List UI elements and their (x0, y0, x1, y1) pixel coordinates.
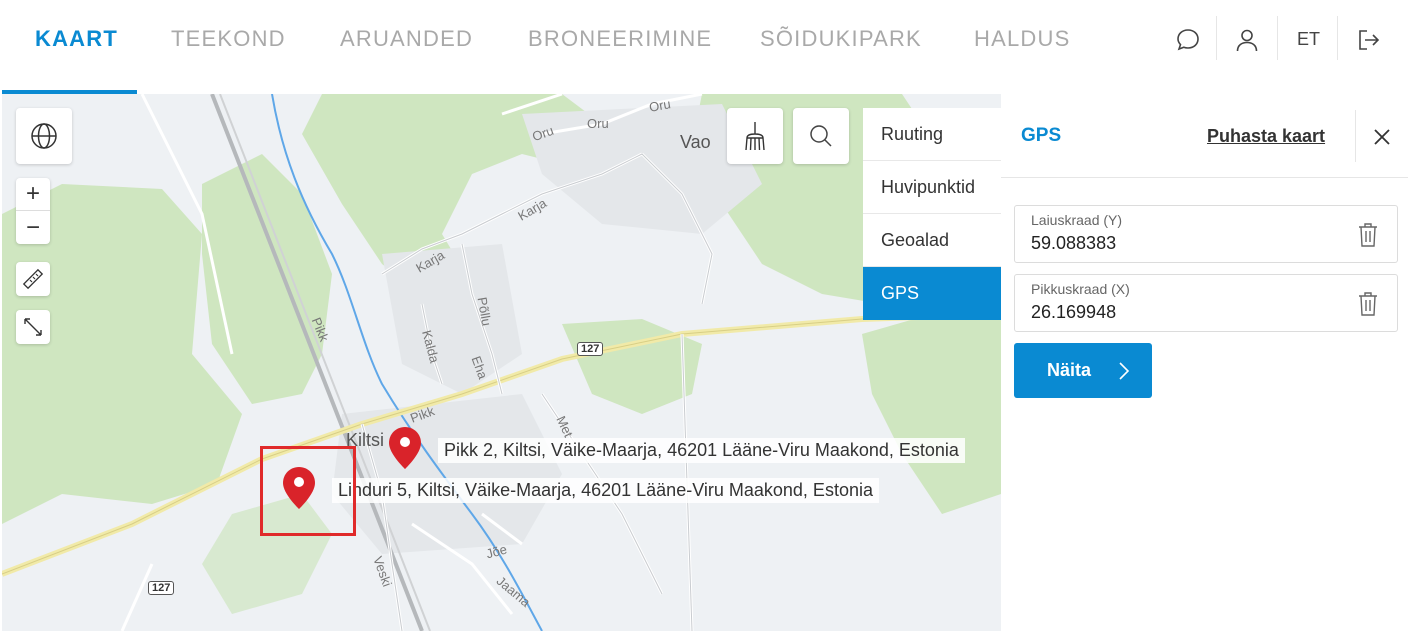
zoom-in-button[interactable]: + (16, 178, 50, 211)
top-navigation: KAART TEEKOND ARUANDED BRONEERIMINE SÕID… (0, 0, 1408, 94)
fullscreen-button[interactable] (16, 310, 50, 344)
road-shield-127: 127 (577, 342, 604, 356)
show-button-label: Näita (1047, 360, 1092, 380)
tab-broneerimine[interactable]: BRONEERIMINE (528, 26, 712, 52)
user-icon[interactable] (1229, 22, 1265, 58)
map-marker-pin[interactable] (388, 426, 422, 475)
expand-icon (24, 318, 42, 336)
map-search-button[interactable] (793, 108, 849, 164)
header-divider (1337, 16, 1338, 60)
trash-icon (1359, 292, 1377, 316)
header-divider (1277, 16, 1278, 60)
menu-item-geoalad[interactable]: Geoalad (863, 214, 1001, 267)
ruler-icon (22, 268, 44, 290)
logout-icon[interactable] (1351, 22, 1387, 58)
layers-globe-button[interactable] (16, 108, 72, 164)
marker-address-label: Linduri 5, Kiltsi, Väike-Maarja, 46201 L… (332, 478, 879, 503)
panel-title: GPS (1021, 125, 1062, 146)
measure-button[interactable] (16, 262, 50, 296)
menu-item-gps[interactable]: GPS (863, 267, 1008, 320)
road-shield-127: 127 (148, 581, 175, 595)
menu-item-huvipunktid[interactable]: Huvipunktid (863, 161, 1001, 214)
zoom-controls: + − (16, 178, 50, 244)
longitude-input[interactable]: 26.169948 (1031, 302, 1116, 323)
close-panel-button[interactable] (1367, 122, 1397, 152)
clear-latitude-button[interactable] (1357, 222, 1379, 253)
menu-item-ruuting[interactable]: Ruuting (863, 108, 1001, 161)
longitude-field[interactable]: Pikkuskraad (X) 26.169948 (1014, 274, 1398, 332)
clear-map-brush-button[interactable] (727, 108, 783, 164)
clear-longitude-button[interactable] (1357, 291, 1379, 322)
selection-highlight (260, 446, 356, 536)
broom-icon (745, 122, 765, 151)
place-label-vao: Vao (680, 132, 711, 152)
chevron-right-icon (1119, 362, 1130, 380)
zoom-out-button[interactable]: − (16, 211, 50, 244)
globe-icon (31, 123, 57, 149)
close-icon (1374, 129, 1390, 145)
language-switcher[interactable]: ET (1297, 29, 1320, 50)
marker-address-label: Pikk 2, Kiltsi, Väike-Maarja, 46201 Lään… (438, 438, 965, 463)
gps-panel: GPS Puhasta kaart Laiuskraad (Y) 59.0883… (1001, 94, 1408, 631)
tab-teekond[interactable]: TEEKOND (171, 26, 286, 52)
search-icon (810, 125, 832, 147)
latitude-input[interactable]: 59.088383 (1031, 233, 1116, 254)
panel-header-divider (1001, 177, 1408, 178)
trash-icon (1359, 223, 1377, 247)
tab-soidukipark[interactable]: SÕIDUKIPARK (760, 26, 922, 52)
show-location-button[interactable]: Näita (1014, 343, 1152, 398)
longitude-label: Pikkuskraad (X) (1031, 281, 1130, 297)
header-divider (1216, 16, 1217, 60)
chat-icon[interactable] (1170, 22, 1206, 58)
tab-haldus[interactable]: HALDUS (974, 26, 1070, 52)
map-view[interactable]: Vao Kiltsi Oru Oru Oru Karja Karja Põllu… (2, 94, 1001, 631)
road-label-oru: Oru (587, 116, 609, 131)
map-pin-icon (389, 427, 421, 469)
map-tools-menu: Ruuting Huvipunktid Geoalad GPS (863, 108, 1008, 320)
tab-aruanded[interactable]: ARUANDED (340, 26, 473, 52)
clear-map-link[interactable]: Puhasta kaart (1207, 126, 1325, 147)
latitude-field[interactable]: Laiuskraad (Y) 59.088383 (1014, 205, 1398, 263)
latitude-label: Laiuskraad (Y) (1031, 212, 1123, 228)
panel-divider (1355, 110, 1356, 162)
tab-kaart[interactable]: KAART (35, 26, 118, 52)
